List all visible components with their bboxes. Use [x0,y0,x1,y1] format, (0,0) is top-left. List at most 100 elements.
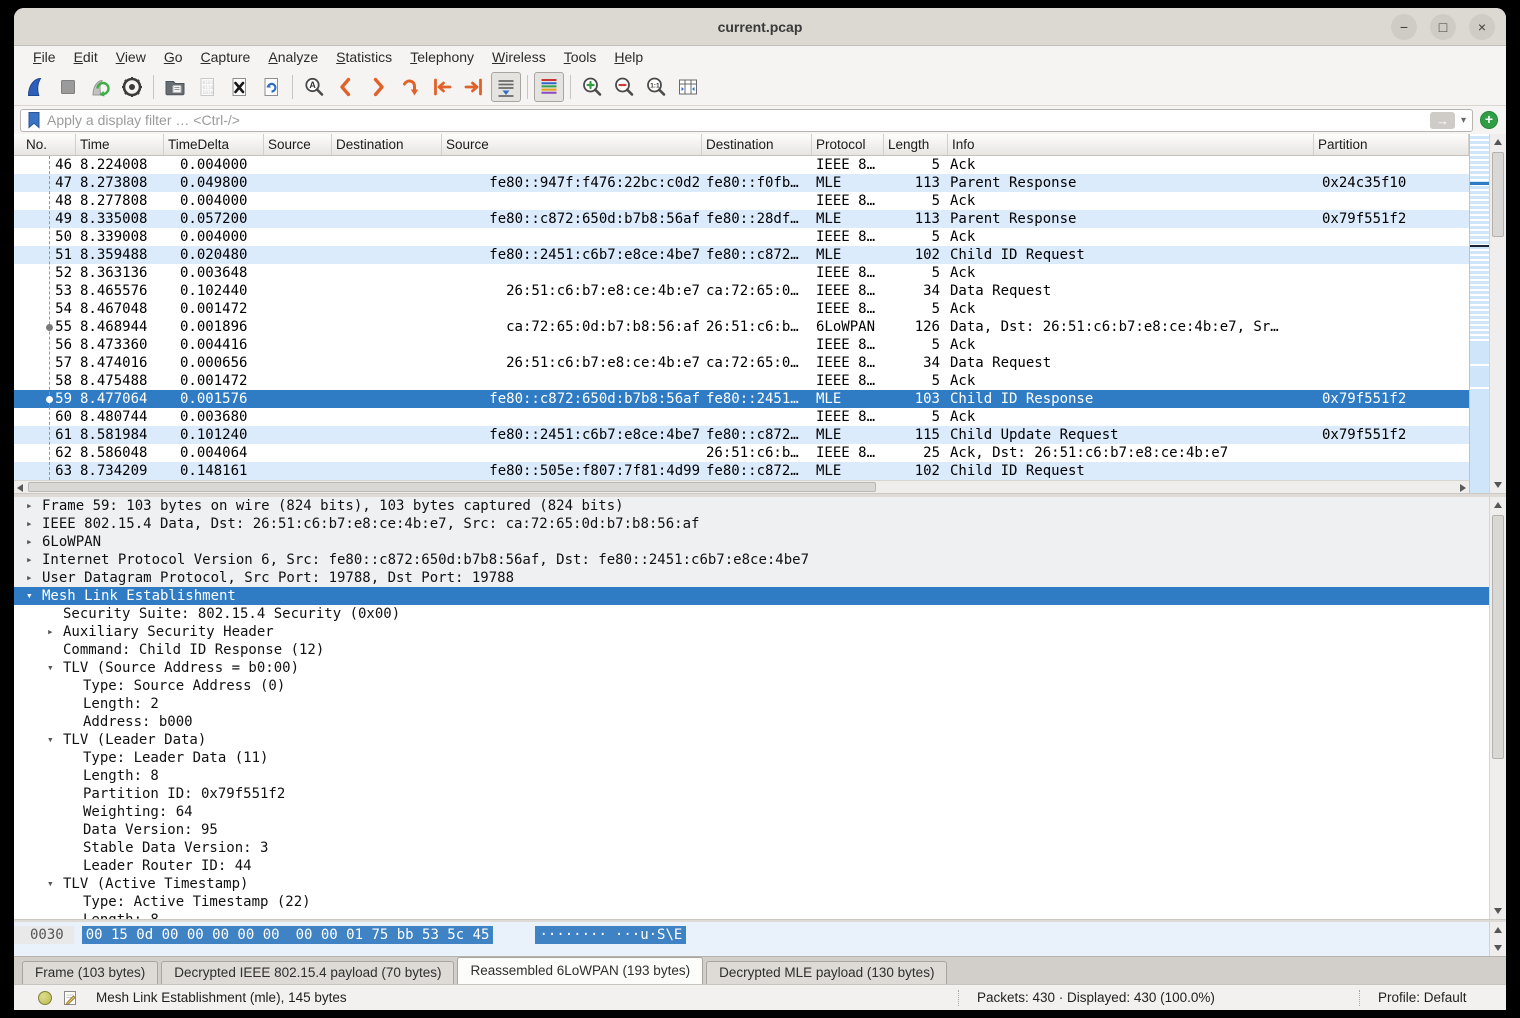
packet-row-54[interactable]: 548.4670480.001472IEEE 8…5Ack [14,300,1469,318]
close-file-button[interactable] [224,72,254,102]
find-packet-button[interactable]: A [299,72,329,102]
detail-row[interactable]: ▸Internet Protocol Version 6, Src: fe80:… [14,551,1489,569]
detail-row[interactable]: Type: Active Timestamp (22) [14,893,1489,911]
expanded-arrow-icon[interactable]: ▾ [26,587,42,605]
close-button[interactable]: × [1469,14,1495,40]
packet-row-50[interactable]: 508.3390080.004000IEEE 8…5Ack [14,228,1469,246]
display-filter-input[interactable] [47,112,1424,128]
scroll-up-icon[interactable] [1494,139,1502,145]
packet-row-46[interactable]: 468.2240080.004000IEEE 8…5Ack [14,156,1469,174]
collapsed-arrow-icon[interactable]: ▸ [26,497,42,515]
scroll-down-icon[interactable] [1494,945,1502,951]
capture-comment-icon[interactable] [62,990,78,1006]
detail-row[interactable]: Length: 2 [14,695,1489,713]
horizontal-scrollbar[interactable] [14,480,1469,493]
scroll-down-icon[interactable] [1494,482,1502,488]
packet-row-53[interactable]: 538.4655760.10244026:51:c6:b7:e8:ce:4b:e… [14,282,1469,300]
restart-capture-button[interactable] [85,72,115,102]
stop-capture-button[interactable] [53,72,83,102]
packet-row-62[interactable]: 628.5860480.00406426:51:c6:b…IEEE 8…25Ac… [14,444,1469,462]
column-header-no[interactable]: No. [14,134,76,155]
filter-dropdown-icon[interactable]: ▾ [1461,115,1466,126]
detail-row[interactable]: Data Version: 95 [14,821,1489,839]
bookmark-icon[interactable] [27,111,41,129]
details-scrollbar[interactable] [1489,497,1506,919]
save-file-button[interactable]: 010101101010 [192,72,222,102]
scroll-up-icon[interactable] [1494,927,1502,933]
go-last-button[interactable] [459,72,489,102]
detail-row[interactable]: ▾TLV (Source Address = b0:00) [14,659,1489,677]
menu-view[interactable]: View [107,48,155,66]
detail-row[interactable]: Weighting: 64 [14,803,1489,821]
menu-tools[interactable]: Tools [555,48,606,66]
scroll-right-icon[interactable] [1460,484,1466,492]
packet-row-60[interactable]: 608.4807440.003680IEEE 8…5Ack [14,408,1469,426]
menu-analyze[interactable]: Analyze [259,48,327,66]
expanded-arrow-icon[interactable]: ▾ [47,731,63,749]
detail-row[interactable]: Command: Child ID Response (12) [14,641,1489,659]
packet-list-scrollbar[interactable] [1489,134,1506,493]
scroll-up-icon[interactable] [1494,502,1502,508]
packet-row-47[interactable]: 478.2738080.049800fe80::947f:f476:22bc:c… [14,174,1469,192]
add-filter-button[interactable]: + [1480,111,1498,129]
detail-row[interactable]: Leader Router ID: 44 [14,857,1489,875]
column-header-source[interactable]: Source [264,134,332,155]
status-profile[interactable]: Profile: Default [1360,990,1506,1005]
expert-info-icon[interactable] [38,991,52,1005]
detail-row[interactable]: ▸Auxiliary Security Header [14,623,1489,641]
apply-filter-button[interactable]: → [1430,112,1455,129]
detail-row[interactable]: ▸IEEE 802.15.4 Data, Dst: 26:51:c6:b7:e8… [14,515,1489,533]
hex-ascii[interactable]: ···········u·S\E [535,926,686,944]
scroll-left-icon[interactable] [17,484,23,492]
horizontal-scroll-thumb[interactable] [28,482,876,492]
zoom-out-button[interactable] [609,72,639,102]
collapsed-arrow-icon[interactable]: ▸ [47,623,63,641]
column-header-partition[interactable]: Partition [1314,134,1469,155]
byte-tab[interactable]: Decrypted IEEE 802.15.4 payload (70 byte… [161,961,454,984]
column-header-length[interactable]: Length [884,134,948,155]
detail-row[interactable]: ▸6LoWPAN [14,533,1489,551]
detail-row[interactable]: ▾TLV (Active Timestamp) [14,875,1489,893]
hex-bytes[interactable]: 00 15 0d 00 00 00 00 0000 00 01 75 bb 53… [82,926,494,944]
packet-scroll-thumb[interactable] [1492,152,1504,237]
detail-row[interactable]: Length: 8 [14,767,1489,785]
detail-row[interactable]: ▸Frame 59: 103 bytes on wire (824 bits),… [14,497,1489,515]
packet-row-59[interactable]: 598.4770640.001576fe80::c872:650d:b7b8:5… [14,390,1469,408]
packet-row-55[interactable]: 558.4689440.001896ca:72:65:0d:b7:b8:56:a… [14,318,1469,336]
expanded-arrow-icon[interactable]: ▾ [47,875,63,893]
byte-tab[interactable]: Decrypted MLE payload (130 bytes) [706,961,947,984]
maximize-button[interactable]: □ [1430,14,1456,40]
zoom-in-button[interactable] [577,72,607,102]
packet-row-49[interactable]: 498.3350080.057200fe80::c872:650d:b7b8:5… [14,210,1469,228]
packet-row-51[interactable]: 518.3594880.020480fe80::2451:c6b7:e8ce:4… [14,246,1469,264]
menu-wireless[interactable]: Wireless [483,48,555,66]
minimize-button[interactable]: − [1391,14,1417,40]
packet-row-52[interactable]: 528.3631360.003648IEEE 8…5Ack [14,264,1469,282]
menu-telephony[interactable]: Telephony [401,48,483,66]
open-file-button[interactable] [160,72,190,102]
detail-row[interactable]: Type: Leader Data (11) [14,749,1489,767]
column-header-source[interactable]: Source [442,134,702,155]
display-filter-box[interactable]: → ▾ [20,109,1473,132]
details-scroll-thumb[interactable] [1492,515,1504,759]
hex-dump[interactable]: 0030 00 15 0d 00 00 00 00 0000 00 01 75 … [14,922,1489,956]
collapsed-arrow-icon[interactable]: ▸ [26,551,42,569]
start-capture-button[interactable] [21,72,51,102]
collapsed-arrow-icon[interactable]: ▸ [26,533,42,551]
column-header-destination[interactable]: Destination [702,134,812,155]
detail-row[interactable]: ▸User Datagram Protocol, Src Port: 19788… [14,569,1489,587]
colorize-packets-button[interactable] [534,72,564,102]
detail-row[interactable]: ▾Mesh Link Establishment [14,587,1489,605]
menu-edit[interactable]: Edit [65,48,107,66]
packet-row-57[interactable]: 578.4740160.00065626:51:c6:b7:e8:ce:4b:e… [14,354,1469,372]
menu-file[interactable]: File [24,48,65,66]
column-header-info[interactable]: Info [948,134,1314,155]
scroll-down-icon[interactable] [1494,908,1502,914]
detail-row[interactable]: Type: Source Address (0) [14,677,1489,695]
go-to-packet-button[interactable] [395,72,425,102]
byte-tab-active[interactable]: Reassembled 6LoWPAN (193 bytes) [457,957,703,984]
resize-columns-button[interactable] [673,72,703,102]
detail-row[interactable]: ▾TLV (Leader Data) [14,731,1489,749]
menu-statistics[interactable]: Statistics [327,48,401,66]
go-forward-button[interactable] [363,72,393,102]
